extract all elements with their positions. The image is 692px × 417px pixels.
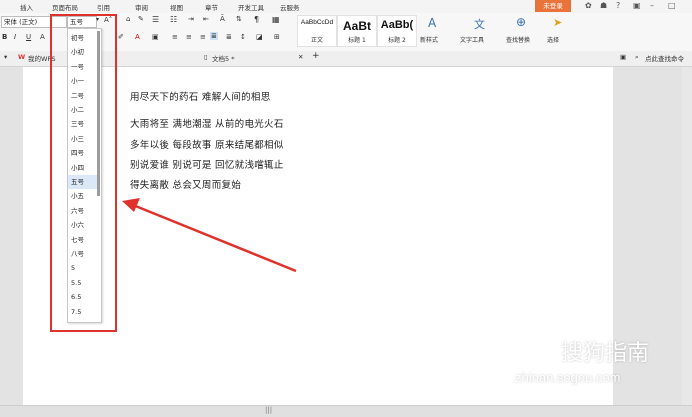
sogou-logo-icon: S	[519, 332, 555, 368]
vertical-scrollbar[interactable]	[682, 67, 692, 405]
horizontal-scrollbar[interactable]: |||	[0, 405, 692, 417]
arrow-head-icon	[122, 198, 140, 212]
watermark: S 搜狗指南 zhinan.sogou.com	[515, 330, 675, 400]
arrow-shaft	[132, 203, 297, 273]
svg-text:S: S	[529, 338, 542, 362]
scroll-grip-icon[interactable]: |||	[265, 406, 272, 414]
watermark-url: zhinan.sogou.com	[515, 370, 621, 385]
watermark-brand: 搜狗指南	[561, 341, 650, 366]
